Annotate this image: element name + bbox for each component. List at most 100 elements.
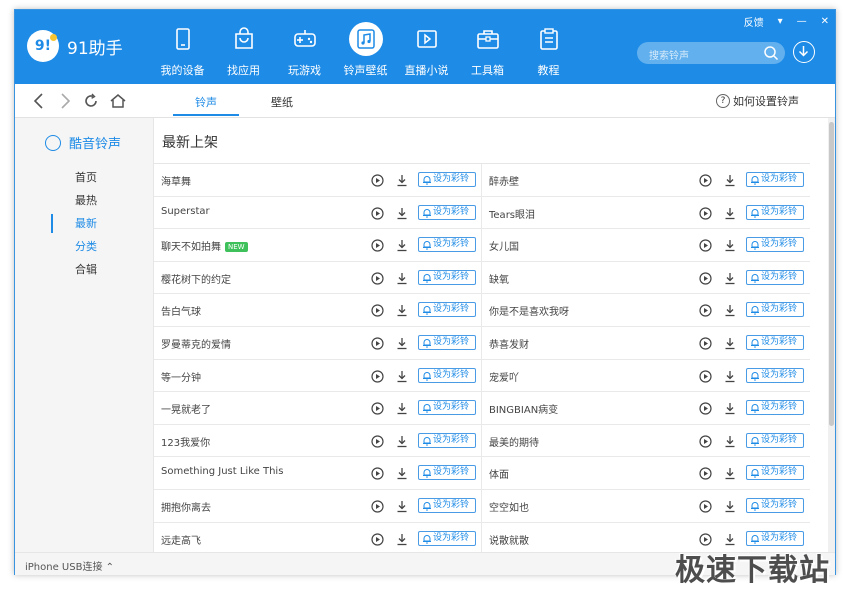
set-ringback-button[interactable]: 设为彩铃: [418, 237, 476, 253]
set-ringback-button[interactable]: 设为彩铃: [418, 432, 476, 448]
tab-wallpapers[interactable]: 壁纸: [271, 94, 293, 110]
set-ringback-button[interactable]: 设为彩铃: [746, 302, 804, 318]
set-ringback-button[interactable]: 设为彩铃: [418, 302, 476, 318]
sidebar-item-hottest[interactable]: 最热: [15, 189, 153, 212]
ringtone-item[interactable]: 宠爱吖 设为彩铃: [482, 360, 810, 392]
play-icon[interactable]: [371, 272, 384, 288]
play-icon[interactable]: [371, 174, 384, 190]
ringtone-item[interactable]: 醉赤壁 设为彩铃: [482, 164, 810, 196]
ringtone-item[interactable]: BINGBIAN病变 设为彩铃: [482, 392, 810, 424]
search-input[interactable]: 搜索铃声: [637, 42, 785, 64]
set-ringback-button[interactable]: 设为彩铃: [746, 172, 804, 187]
sidebar-item-home[interactable]: 首页: [15, 166, 153, 189]
set-ringback-button[interactable]: 设为彩铃: [746, 204, 804, 220]
ringtone-item[interactable]: 聊天不如拍舞 NEW 设为彩铃: [154, 229, 482, 261]
nav-toolbox[interactable]: 工具箱: [457, 10, 518, 84]
play-icon[interactable]: [699, 369, 712, 386]
download-icon[interactable]: [724, 500, 736, 516]
play-icon[interactable]: [699, 304, 712, 320]
set-ringback-button[interactable]: 设为彩铃: [746, 367, 804, 383]
set-ringback-button[interactable]: 设为彩铃: [418, 204, 476, 220]
set-ringback-button[interactable]: 设为彩铃: [418, 530, 476, 546]
play-icon[interactable]: [371, 304, 384, 320]
download-icon[interactable]: [724, 370, 736, 386]
ringtone-item[interactable]: 空空如也 设为彩铃: [482, 490, 810, 522]
play-icon[interactable]: [699, 500, 712, 516]
play-icon[interactable]: [371, 206, 384, 223]
play-icon[interactable]: [699, 206, 712, 223]
sidebar-item-categories[interactable]: 分类: [15, 235, 153, 258]
set-ringback-button[interactable]: 设为彩铃: [418, 334, 476, 350]
ringtone-item[interactable]: 女儿国 设为彩铃: [482, 229, 810, 261]
sidebar-item-newest[interactable]: 最新: [15, 212, 153, 235]
tab-ringtones[interactable]: 铃声: [195, 94, 217, 110]
ringtone-item[interactable]: 远走高飞 设为彩铃: [154, 522, 482, 552]
download-icon[interactable]: [396, 337, 408, 353]
play-icon[interactable]: [371, 467, 384, 483]
ringtone-item[interactable]: 海草舞 设为彩铃: [154, 164, 482, 196]
play-icon[interactable]: [371, 500, 384, 516]
play-icon[interactable]: [371, 435, 384, 451]
feedback-link[interactable]: 反馈: [744, 14, 764, 29]
download-icon[interactable]: [724, 272, 736, 288]
play-icon[interactable]: [699, 337, 712, 353]
scrollbar[interactable]: [828, 118, 835, 552]
set-ringback-button[interactable]: 设为彩铃: [418, 367, 476, 383]
set-ringback-button[interactable]: 设为彩铃: [746, 497, 804, 513]
download-icon[interactable]: [724, 207, 736, 223]
nav-tutorials[interactable]: 教程: [518, 10, 579, 84]
help-link[interactable]: ? 如何设置铃声: [716, 93, 799, 109]
ringtone-item[interactable]: 缺氧 设为彩铃: [482, 262, 810, 294]
ringtone-item[interactable]: 最美的期待 设为彩铃: [482, 425, 810, 457]
back-icon[interactable]: [33, 93, 45, 109]
set-ringback-button[interactable]: 设为彩铃: [418, 172, 476, 187]
play-icon[interactable]: [699, 272, 712, 288]
play-icon[interactable]: [699, 402, 712, 418]
ringtone-item[interactable]: 拥抱你离去 设为彩铃: [154, 489, 482, 522]
set-ringback-button[interactable]: 设为彩铃: [418, 465, 476, 481]
play-icon[interactable]: [699, 435, 712, 451]
download-icon[interactable]: [396, 500, 408, 516]
set-ringback-button[interactable]: 设为彩铃: [418, 400, 476, 416]
menu-button[interactable]: ▾: [778, 16, 783, 27]
download-icon[interactable]: [396, 304, 408, 320]
download-icon[interactable]: [724, 337, 736, 353]
ringtone-item[interactable]: Something Just Like This 设为彩铃: [154, 457, 482, 489]
nav-live-novels[interactable]: 直播小说: [396, 10, 457, 84]
download-icon[interactable]: [396, 174, 408, 190]
play-icon[interactable]: [371, 239, 384, 255]
scrollbar-thumb[interactable]: [829, 122, 834, 426]
set-ringback-button[interactable]: 设为彩铃: [746, 530, 804, 546]
download-icon[interactable]: [396, 272, 408, 288]
nav-find-apps[interactable]: 找应用: [213, 10, 274, 84]
ringtone-item[interactable]: 告白气球 设为彩铃: [154, 294, 482, 326]
set-ringback-button[interactable]: 设为彩铃: [746, 237, 804, 253]
ringtone-item[interactable]: 等一分钟 设为彩铃: [154, 359, 482, 392]
download-manager-button[interactable]: [793, 41, 815, 63]
set-ringback-button[interactable]: 设为彩铃: [746, 400, 804, 416]
download-icon[interactable]: [724, 435, 736, 451]
sidebar-item-collections[interactable]: 合辑: [15, 258, 153, 281]
close-button[interactable]: ✕: [821, 16, 829, 27]
nav-my-device[interactable]: 我的设备: [152, 10, 213, 84]
ringtone-item[interactable]: 体面 设为彩铃: [482, 457, 810, 489]
download-icon[interactable]: [396, 402, 408, 418]
search-icon[interactable]: [763, 45, 779, 61]
play-icon[interactable]: [371, 532, 384, 549]
ringtone-item[interactable]: 恭喜发财 设为彩铃: [482, 327, 810, 359]
download-icon[interactable]: [724, 239, 736, 255]
play-icon[interactable]: [699, 239, 712, 255]
download-icon[interactable]: [396, 533, 408, 549]
set-ringback-button[interactable]: 设为彩铃: [418, 497, 476, 513]
device-status[interactable]: iPhone USB连接 ⌃: [25, 558, 114, 573]
set-ringback-button[interactable]: 设为彩铃: [746, 269, 804, 285]
ringtone-item[interactable]: 一晃就老了 设为彩铃: [154, 392, 482, 424]
download-icon[interactable]: [724, 174, 736, 190]
nav-games[interactable]: 玩游戏: [274, 10, 335, 84]
ringtone-item[interactable]: 你是不是喜欢我呀 设为彩铃: [482, 294, 810, 326]
minimize-button[interactable]: —: [797, 16, 807, 27]
download-icon[interactable]: [724, 402, 736, 418]
play-icon[interactable]: [699, 467, 712, 483]
download-icon[interactable]: [396, 207, 408, 223]
ringtone-item[interactable]: Tears眼泪 设为彩铃: [482, 197, 810, 229]
